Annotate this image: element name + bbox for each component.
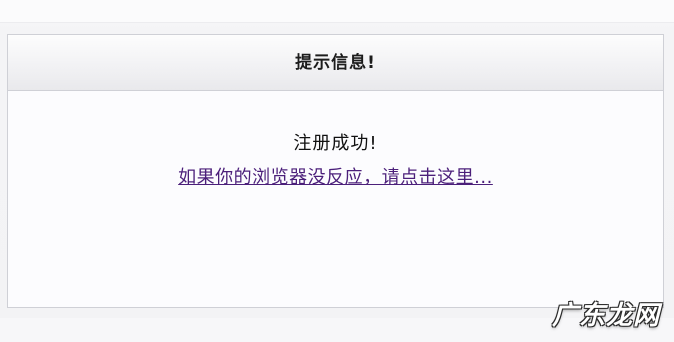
redirect-link[interactable]: 如果你的浏览器没反应，请点击这里... [8, 163, 663, 189]
message-body: 注册成功! 如果你的浏览器没反应，请点击这里... [8, 91, 663, 307]
message-header: 提示信息! [8, 35, 663, 91]
top-strip [0, 0, 674, 23]
watermark-logo: 广东龙网 [551, 301, 660, 331]
message-box: 提示信息! 注册成功! 如果你的浏览器没反应，请点击这里... [7, 34, 664, 308]
message-title: 提示信息! [295, 53, 376, 73]
success-text: 注册成功! [293, 133, 378, 154]
